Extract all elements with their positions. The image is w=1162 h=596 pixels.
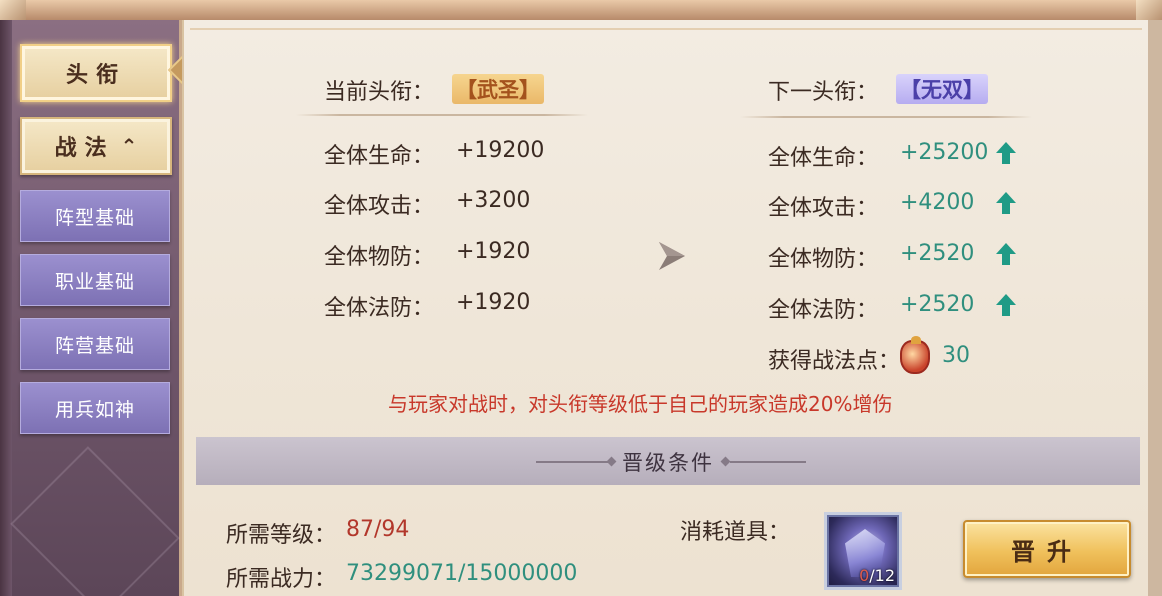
sidebar-item-faction-basics[interactable]: 阵营基础 <box>20 318 170 370</box>
next-stat-name: 全体法防： <box>768 298 879 323</box>
next-stat-name: 全体攻击： <box>768 196 879 221</box>
promotion-conditions-title: 晋级条件 <box>622 451 714 475</box>
tab-tactics[interactable]: 战法 ⌃ <box>20 117 172 175</box>
sidebar <box>0 20 182 596</box>
current-stat-value: +19200 <box>456 138 545 163</box>
next-stat-value: +4200 <box>900 190 975 215</box>
sidebar-item-label: 职业基础 <box>54 270 135 293</box>
sidebar-item-formation-basics[interactable]: 阵型基础 <box>20 190 170 242</box>
chevron-right-icon <box>659 242 685 270</box>
next-stat-name: 全体生命： <box>768 146 879 171</box>
sidebar-item-master-tactics[interactable]: 用兵如神 <box>20 382 170 434</box>
tactic-points-value: 30 <box>942 343 970 368</box>
arrow-up-icon <box>996 243 1016 265</box>
promote-button-label: 晋升 <box>1011 537 1083 566</box>
top-decorative-strip <box>0 0 1162 20</box>
sidebar-item-label: 阵营基础 <box>54 334 135 357</box>
current-stat-value: +1920 <box>456 290 531 315</box>
tactic-points-label: 获得战法点： <box>768 349 901 374</box>
promote-button[interactable]: 晋升 <box>963 520 1131 578</box>
corner-ornament-left <box>0 0 26 20</box>
current-stat-value: +1920 <box>456 239 531 264</box>
game-screen: 头衔 战法 ⌃ 阵型基础 职业基础 阵营基础 用兵如神 当前头衔： 【武圣】 全… <box>0 0 1162 596</box>
required-power-label: 所需战力： <box>226 567 337 592</box>
promotion-conditions-header: 晋级条件 <box>196 437 1140 485</box>
arrow-up-icon <box>996 192 1016 214</box>
current-stat-name: 全体物防： <box>324 245 435 270</box>
pvp-bonus-notice: 与玩家对战时，对头衔等级低于自己的玩家造成20%增伤 <box>388 392 893 416</box>
arrow-up-icon <box>996 294 1016 316</box>
next-stat-value: +2520 <box>900 241 975 266</box>
next-title-badge: 【无双】 <box>896 74 988 104</box>
current-title-label: 当前头衔： <box>324 80 435 105</box>
item-count-total: /12 <box>869 566 895 585</box>
tab-title-rank[interactable]: 头衔 <box>20 44 172 102</box>
divider <box>730 461 806 463</box>
tab-tactics-label: 战法 <box>54 136 115 161</box>
divider <box>296 114 588 116</box>
required-power-value: 73299071/15000000 <box>346 561 578 586</box>
sidebar-diamond-ornament <box>10 446 180 596</box>
item-count: 0/12 <box>859 566 895 585</box>
next-stat-value: +2520 <box>900 292 975 317</box>
consumed-item-label: 消耗道具： <box>680 520 791 545</box>
next-stat-name: 全体物防： <box>768 247 879 272</box>
required-level-value: 87/94 <box>346 517 410 542</box>
current-title-badge: 【武圣】 <box>452 74 544 104</box>
required-level-label: 所需等级： <box>226 523 337 548</box>
corner-ornament-right <box>1136 0 1162 20</box>
chevron-up-icon: ⌃ <box>120 134 138 158</box>
next-stat-value: +25200 <box>900 140 989 165</box>
sidebar-item-label: 阵型基础 <box>54 206 135 229</box>
current-stat-name: 全体法防： <box>324 296 435 321</box>
sidebar-item-class-basics[interactable]: 职业基础 <box>20 254 170 306</box>
tactic-point-pouch-icon <box>900 336 930 374</box>
divider <box>740 116 1032 118</box>
arrow-up-icon <box>996 142 1016 164</box>
current-stat-name: 全体生命： <box>324 144 435 169</box>
next-title-label: 下一头衔： <box>768 80 879 105</box>
sidebar-item-label: 用兵如神 <box>54 398 135 421</box>
current-stat-value: +3200 <box>456 188 531 213</box>
consumed-item-slot[interactable]: 0/12 <box>824 512 902 590</box>
item-count-have: 0 <box>859 566 870 585</box>
current-stat-name: 全体攻击： <box>324 194 435 219</box>
tab-title-rank-label: 头衔 <box>65 63 126 88</box>
